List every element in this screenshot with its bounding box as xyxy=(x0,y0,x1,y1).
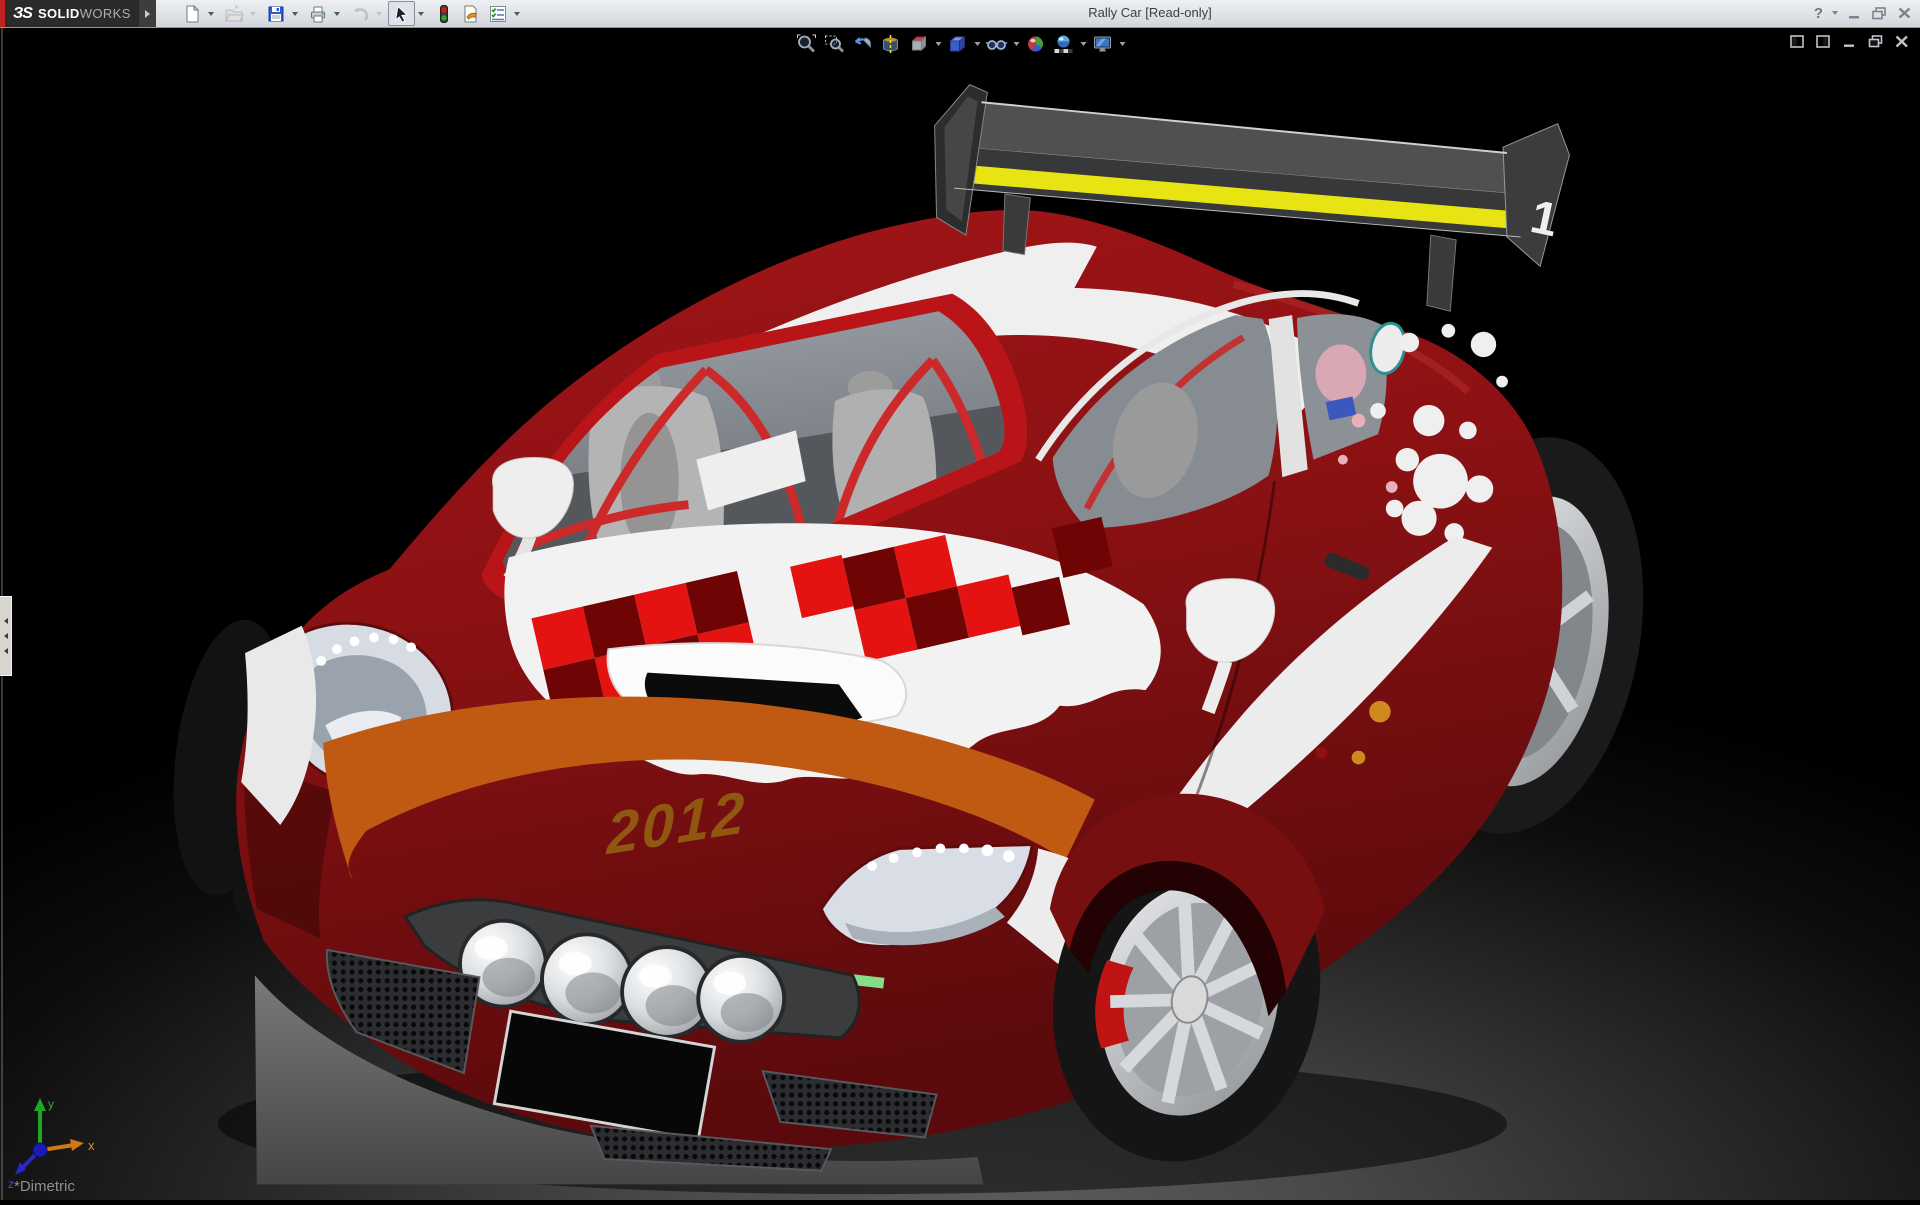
rebuild-button[interactable] xyxy=(430,1,457,26)
view-orientation-button[interactable] xyxy=(905,30,933,57)
edit-appearance-button[interactable] xyxy=(1022,30,1050,57)
rebuild-traffic-light-icon xyxy=(434,4,454,24)
rally-car-model: 2012 xyxy=(0,28,1920,1200)
hide-show-items-button[interactable] xyxy=(983,30,1011,57)
pane-left-button[interactable] xyxy=(1789,33,1806,49)
view-orientation-icon xyxy=(908,33,930,55)
doc-minimize-icon xyxy=(1843,35,1857,48)
save-dropdown[interactable] xyxy=(289,2,301,25)
main-toolbar xyxy=(178,2,526,25)
solidworks-logo-bold: SOLID xyxy=(38,6,80,21)
chevron-right-icon xyxy=(145,10,150,18)
open-dropdown[interactable] xyxy=(247,2,259,25)
undo-dropdown[interactable] xyxy=(373,2,385,25)
graphics-area[interactable]: 2012 xyxy=(0,28,1920,1200)
doc-restore-icon xyxy=(1868,35,1884,48)
model-3d-view[interactable]: 2012 xyxy=(0,28,1920,1200)
options-button[interactable] xyxy=(484,1,511,26)
select-dropdown[interactable] xyxy=(415,2,427,25)
doc-minimize-button[interactable] xyxy=(1841,33,1858,49)
zoom-to-fit-button[interactable] xyxy=(793,30,821,57)
headsup-view-toolbar xyxy=(793,30,1128,57)
options-icon xyxy=(488,4,508,24)
chevron-left-icon xyxy=(4,633,8,639)
solidworks-logo-light: WORKS xyxy=(80,6,131,21)
open-icon xyxy=(224,4,244,24)
section-view-button[interactable] xyxy=(877,30,905,57)
display-style-icon xyxy=(947,33,969,55)
view-orientation-label: *Dimetric xyxy=(14,1178,75,1195)
edit-appearance-icon xyxy=(1025,33,1047,55)
previous-view-icon xyxy=(852,33,874,55)
pane-left-icon xyxy=(1790,35,1805,48)
zoom-to-area-button[interactable] xyxy=(821,30,849,57)
doc-restore-button[interactable] xyxy=(1867,33,1884,49)
logo-accent-bar xyxy=(0,0,5,27)
undo-button[interactable] xyxy=(346,1,373,26)
view-settings-dropdown[interactable] xyxy=(1117,30,1128,57)
chevron-left-icon xyxy=(4,648,8,654)
help-button[interactable]: ? xyxy=(1814,5,1823,22)
title-bar: ЗS SOLIDWORKS xyxy=(0,0,1920,28)
solidworks-logo-mark: ЗS xyxy=(13,5,32,23)
featuremanager-collapsed-tab[interactable] xyxy=(0,596,12,676)
apply-scene-icon xyxy=(1053,33,1075,55)
save-icon xyxy=(266,4,286,24)
menu-flyout-button[interactable] xyxy=(139,0,156,27)
section-view-icon xyxy=(880,33,902,55)
doc-close-icon xyxy=(1895,35,1909,48)
minimize-button[interactable] xyxy=(1847,6,1862,20)
side-stripe-dot xyxy=(1316,747,1328,759)
view-settings-icon xyxy=(1092,33,1114,55)
print-dropdown[interactable] xyxy=(331,2,343,25)
pane-right-icon xyxy=(1816,35,1831,48)
triad-y-label: y xyxy=(48,1097,54,1111)
restore-button[interactable] xyxy=(1871,6,1888,20)
display-style-button[interactable] xyxy=(944,30,972,57)
print-button[interactable] xyxy=(304,1,331,26)
new-icon xyxy=(182,4,202,24)
solidworks-logo: ЗS SOLIDWORKS xyxy=(0,0,139,27)
help-dropdown[interactable] xyxy=(1832,11,1838,15)
window-title: Rally Car [Read-only] xyxy=(1010,0,1290,26)
undo-icon xyxy=(350,4,370,24)
apply-scene-button[interactable] xyxy=(1050,30,1078,57)
new-button[interactable] xyxy=(178,1,205,26)
file-properties-button[interactable] xyxy=(457,1,484,26)
zoom-to-fit-icon xyxy=(796,33,818,55)
select-button[interactable] xyxy=(388,1,415,26)
close-button[interactable] xyxy=(1897,6,1912,20)
view-orientation-dropdown[interactable] xyxy=(933,30,944,57)
hide-show-items-icon xyxy=(986,33,1008,55)
previous-view-button[interactable] xyxy=(849,30,877,57)
doc-close-button[interactable] xyxy=(1893,33,1910,49)
save-button[interactable] xyxy=(262,1,289,26)
options-dropdown[interactable] xyxy=(511,2,523,25)
display-style-dropdown[interactable] xyxy=(972,30,983,57)
chevron-left-icon xyxy=(4,618,8,624)
open-button[interactable] xyxy=(220,1,247,26)
document-window-controls xyxy=(1789,33,1910,49)
window-controls: ? xyxy=(1814,0,1912,26)
zoom-to-area-icon xyxy=(824,33,846,55)
file-properties-icon xyxy=(461,4,481,24)
new-dropdown[interactable] xyxy=(205,2,217,25)
hide-show-items-dropdown[interactable] xyxy=(1011,30,1022,57)
apply-scene-dropdown[interactable] xyxy=(1078,30,1089,57)
view-settings-button[interactable] xyxy=(1089,30,1117,57)
print-icon xyxy=(308,4,328,24)
triad-x-label: x xyxy=(88,1138,95,1153)
select-cursor-icon xyxy=(392,4,412,24)
pane-right-button[interactable] xyxy=(1815,33,1832,49)
